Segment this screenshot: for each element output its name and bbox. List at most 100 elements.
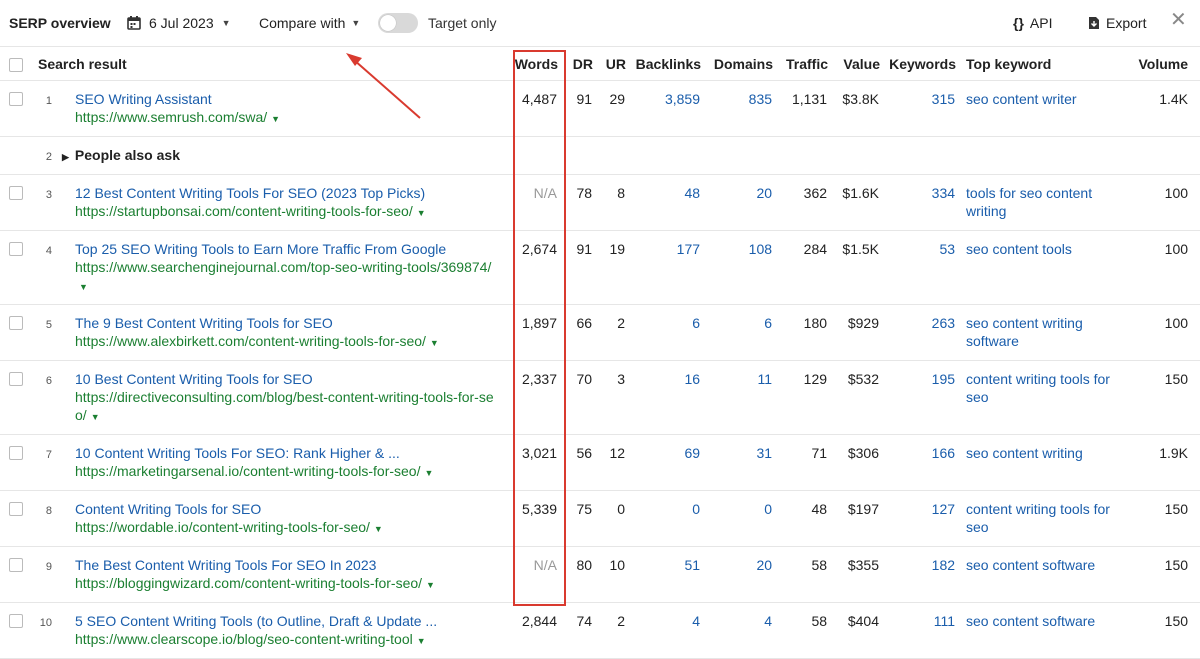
chevron-down-icon[interactable]: ▼ [417,636,426,646]
chevron-down-icon: ▼ [351,18,361,28]
cell-domains[interactable]: 0 [707,491,779,547]
date-picker[interactable]: 6 Jul 2023 ▼ [127,13,231,33]
result-title-link[interactable]: 10 Best Content Writing Tools for SEO [75,370,504,388]
col-ur[interactable]: UR [599,46,633,81]
people-also-ask-toggle[interactable]: ▶ People also ask [58,137,1200,175]
chevron-down-icon[interactable]: ▼ [424,468,433,478]
chevron-down-icon[interactable]: ▼ [271,114,280,124]
cell-keywords[interactable]: 195 [886,361,962,435]
cell-backlinks[interactable]: 16 [632,361,707,435]
cell-keywords[interactable]: 334 [886,175,962,231]
col-search-result[interactable]: Search result [30,46,515,81]
cell-backlinks[interactable]: 6 [632,305,707,361]
col-keywords[interactable]: Keywords [886,46,963,81]
chevron-down-icon[interactable]: ▼ [91,412,100,422]
col-traffic[interactable]: Traffic [779,46,835,81]
cell-words: 4,487 [521,91,558,107]
cell-dr: 91 [576,241,593,257]
cell-domains[interactable]: 4 [707,603,779,659]
chevron-down-icon[interactable]: ▼ [430,338,439,348]
row-checkbox[interactable] [9,92,23,106]
col-volume[interactable]: Volume [1133,46,1200,81]
result-url-link[interactable]: https://wordable.io/content-writing-tool… [75,518,504,538]
cell-domains[interactable]: 6 [707,305,779,361]
result-url-link[interactable]: https://startupbonsai.com/content-writin… [75,202,504,222]
result-url-link[interactable]: https://bloggingwizard.com/content-writi… [75,574,504,594]
select-all-checkbox[interactable] [9,57,23,72]
cell-domains[interactable]: 31 [707,435,779,491]
cell-keywords[interactable]: 127 [886,491,962,547]
top-keyword-link[interactable]: content writing tools for seo [962,361,1133,435]
col-value[interactable]: Value [834,46,887,81]
cell-backlinks[interactable]: 48 [632,175,707,231]
cell-volume: 1.9K [1159,445,1189,461]
result-url-link[interactable]: https://directiveconsulting.com/blog/bes… [75,388,504,426]
cell-keywords[interactable]: 53 [886,231,962,305]
result-title-link[interactable]: Top 25 SEO Writing Tools to Earn More Tr… [75,240,504,258]
row-checkbox[interactable] [9,242,23,256]
top-keyword-link[interactable]: tools for seo content writing [962,175,1133,231]
row-checkbox-cell [0,175,30,231]
cell-backlinks[interactable]: 177 [632,231,707,305]
serp-table: Search result Words DR UR Backlinks Doma… [0,46,1200,659]
result-url-link[interactable]: https://www.alexbirkett.com/content-writ… [75,332,504,352]
compare-with-dropdown[interactable]: Compare with ▼ [259,13,360,33]
cell-backlinks[interactable]: 51 [632,547,707,603]
cell-keywords[interactable]: 263 [886,305,962,361]
col-words[interactable]: Words [514,46,565,81]
cell-domains[interactable]: 20 [707,547,779,603]
top-keyword-link[interactable]: seo content writer [962,81,1133,137]
result-title-link[interactable]: The 9 Best Content Writing Tools for SEO [75,314,504,332]
top-keyword-link[interactable]: content writing tools for seo [962,491,1133,547]
result-title-link[interactable]: Content Writing Tools for SEO [75,500,504,518]
cell-domains[interactable]: 20 [707,175,779,231]
row-checkbox-cell [0,81,30,137]
result-title-link[interactable]: 5 SEO Content Writing Tools (to Outline,… [75,612,504,630]
cell-domains[interactable]: 11 [707,361,779,435]
chevron-down-icon[interactable]: ▼ [374,524,383,534]
result-url-link[interactable]: https://www.clearscope.io/blog/seo-conte… [75,630,504,650]
col-backlinks[interactable]: Backlinks [632,46,708,81]
result-title-link[interactable]: 10 Content Writing Tools For SEO: Rank H… [75,444,504,462]
row-checkbox[interactable] [9,614,23,628]
top-keyword-link[interactable]: seo content writing software [962,305,1133,361]
col-dr[interactable]: DR [564,46,600,81]
cell-keywords[interactable]: 315 [886,81,962,137]
table-row: 4 Top 25 SEO Writing Tools to Earn More T… [0,231,1200,305]
col-domains[interactable]: Domains [707,46,780,81]
target-only-toggle[interactable] [378,13,418,33]
row-checkbox[interactable] [9,316,23,330]
row-checkbox[interactable] [9,372,23,386]
row-checkbox[interactable] [9,502,23,516]
cell-domains[interactable]: 835 [707,81,779,137]
top-keyword-link[interactable]: seo content software [962,547,1133,603]
cell-backlinks[interactable]: 3,859 [632,81,707,137]
cell-keywords[interactable]: 111 [886,603,962,659]
export-button[interactable]: Export [1088,13,1146,33]
top-keyword-link[interactable]: seo content writing [962,435,1133,491]
result-url-link[interactable]: https://www.semrush.com/swa/▼ [75,108,504,128]
row-checkbox[interactable] [9,558,23,572]
top-keyword-link[interactable]: seo content tools [962,231,1133,305]
cell-keywords[interactable]: 166 [886,435,962,491]
cell-keywords[interactable]: 182 [886,547,962,603]
cell-backlinks[interactable]: 69 [632,435,707,491]
cell-backlinks[interactable]: 4 [632,603,707,659]
top-keyword-link[interactable]: seo content software [962,603,1133,659]
result-url-link[interactable]: https://www.searchenginejournal.com/top-… [75,258,504,296]
chevron-down-icon[interactable]: ▼ [79,282,88,292]
cell-backlinks[interactable]: 0 [632,491,707,547]
close-icon[interactable]: ✕ [1170,10,1187,30]
result-url-link[interactable]: https://marketingarsenal.io/content-writ… [75,462,504,482]
row-checkbox[interactable] [9,446,23,460]
cell-domains[interactable]: 108 [707,231,779,305]
col-top-keyword[interactable]: Top keyword [962,46,1134,81]
result-title-link[interactable]: SEO Writing Assistant [75,90,504,108]
result-title-link[interactable]: The Best Content Writing Tools For SEO I… [75,556,504,574]
chevron-down-icon[interactable]: ▼ [426,580,435,590]
api-button[interactable]: {} API [1013,13,1052,33]
row-checkbox[interactable] [9,186,23,200]
chevron-down-icon[interactable]: ▼ [417,208,426,218]
cell-words: 5,339 [521,501,558,517]
result-title-link[interactable]: 12 Best Content Writing Tools For SEO (2… [75,184,504,202]
